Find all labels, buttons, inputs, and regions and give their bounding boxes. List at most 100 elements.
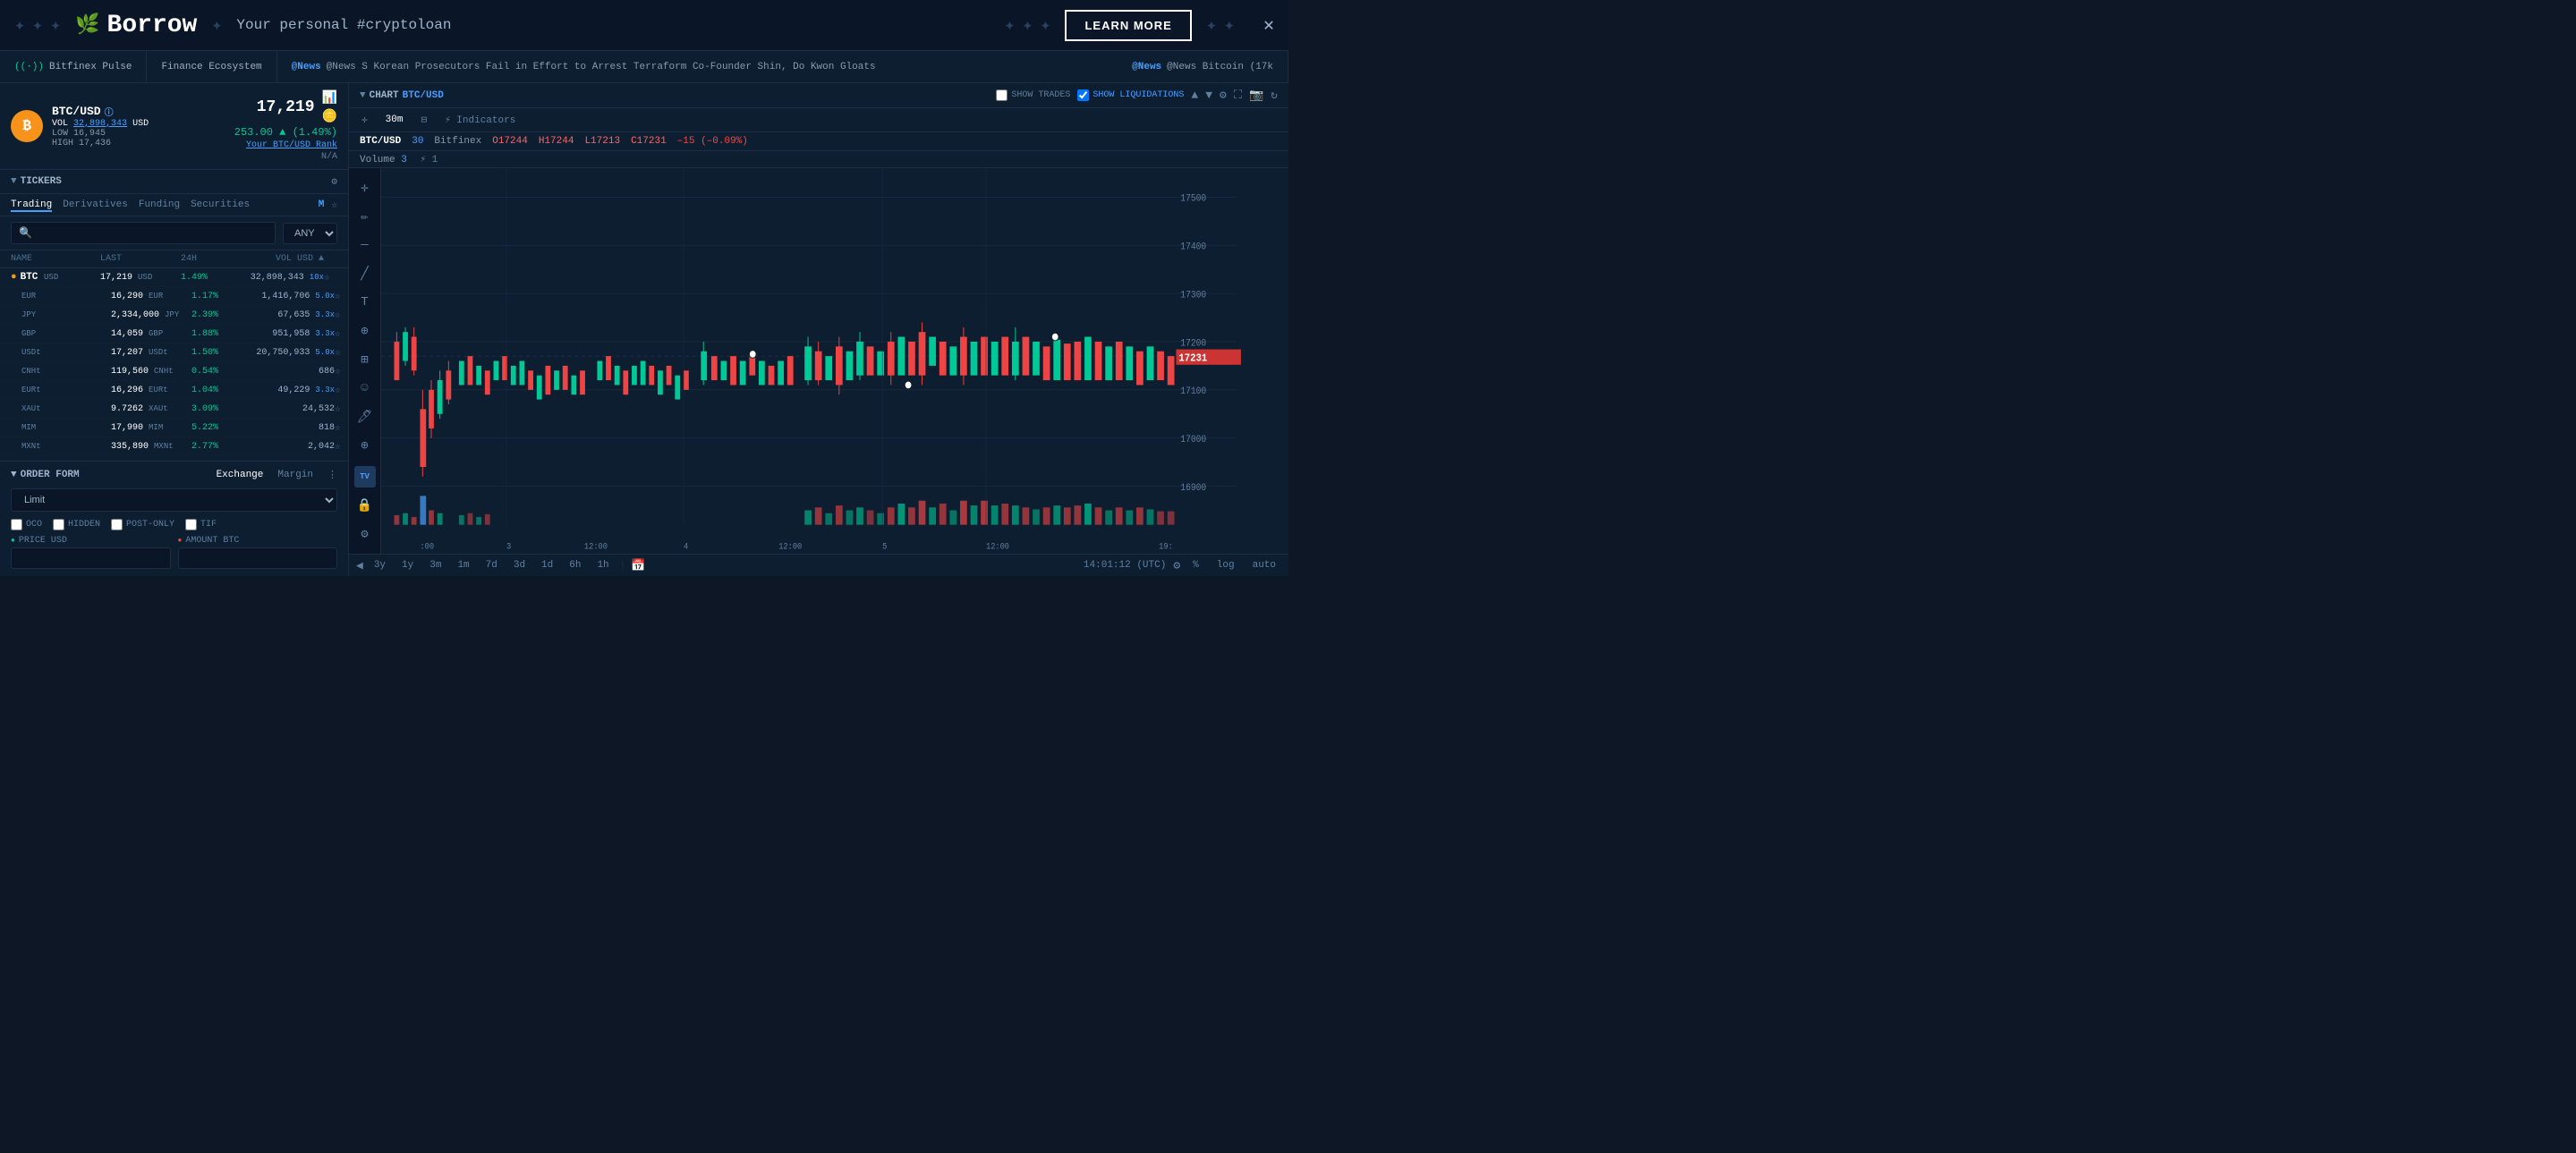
star-icon[interactable]: ☆	[335, 403, 348, 415]
star-icon[interactable]: ☆	[335, 309, 348, 321]
search-input[interactable]	[38, 228, 268, 239]
chart-up-icon[interactable]: ▲	[1191, 89, 1198, 102]
order-tab-exchange[interactable]: Exchange	[217, 470, 264, 480]
chart-calendar-icon[interactable]: 📅	[631, 559, 645, 572]
checkbox-post-only[interactable]: POST-ONLY	[111, 519, 174, 530]
coin-icon-btn[interactable]: 🪙	[322, 109, 337, 124]
lock-draw-tool[interactable]: 🔒	[353, 493, 378, 518]
indicators-btn[interactable]: ⚡ Indicators	[439, 112, 521, 128]
timeframe-1m[interactable]: 1m	[452, 558, 474, 572]
chart-down-icon[interactable]: ▼	[1205, 89, 1212, 102]
smile-draw-tool[interactable]: ☺	[353, 376, 378, 401]
tickers-gear-icon[interactable]: ⚙	[331, 175, 337, 188]
timeframe-6h[interactable]: 6h	[564, 558, 586, 572]
zoom-draw-tool[interactable]: ⊕	[353, 433, 378, 458]
ticker-pulse[interactable]: ((·)) Bitfinex Pulse	[0, 51, 147, 82]
col-24h[interactable]: 24H	[181, 254, 234, 264]
show-liquidations-label[interactable]: SHOW LIQUIDATIONS	[1077, 89, 1184, 101]
star-icon[interactable]: ☆	[335, 346, 348, 359]
percent-btn[interactable]: %	[1187, 558, 1204, 572]
chart-expand-icon[interactable]: ⛶	[1234, 89, 1242, 102]
auto-btn[interactable]: auto	[1247, 558, 1281, 572]
ticker-news-1[interactable]: @News @News S Korean Prosecutors Fail in…	[277, 51, 1118, 82]
tab-securities[interactable]: Securities	[191, 198, 250, 212]
chart-settings-icon[interactable]: ⚙	[1220, 89, 1227, 102]
col-last[interactable]: LAST	[100, 254, 181, 264]
tab-trading[interactable]: Trading	[11, 198, 52, 212]
star-icon[interactable]: ☆	[335, 290, 348, 302]
settings-draw-tool[interactable]: ⚙	[353, 521, 378, 547]
brush-draw-tool[interactable]: 🖊	[353, 404, 378, 429]
ticker-news-2[interactable]: @News @News Bitcoin (17k	[1118, 51, 1288, 82]
col-vol[interactable]: VOL USD ▲	[234, 254, 324, 264]
list-item[interactable]: EUR 16,290 EUR 1.17% 1,416,706 5.0x ☆	[0, 287, 348, 306]
chart-chevron[interactable]: ▼	[360, 90, 366, 101]
vol-value-link[interactable]: 32,898,343	[73, 119, 127, 129]
pair-rank[interactable]: Your BTC/USD Rank	[246, 140, 337, 150]
timeframe-3y[interactable]: 3y	[369, 558, 391, 572]
any-select[interactable]: ANY	[283, 223, 337, 244]
timeframe-btn-30m[interactable]: 30m	[380, 113, 409, 127]
log-btn[interactable]: log	[1211, 558, 1240, 572]
show-liq-checkbox[interactable]	[1077, 89, 1089, 101]
show-trades-label[interactable]: SHOW TRADES	[996, 89, 1070, 101]
search-box[interactable]: 🔍	[11, 222, 276, 244]
tab-funding[interactable]: Funding	[139, 198, 180, 212]
col-name[interactable]: NAME	[11, 254, 100, 264]
checkbox-hidden[interactable]: HIDDEN	[53, 519, 100, 530]
timeframe-1h[interactable]: 1h	[591, 558, 614, 572]
horizontal-line-tool[interactable]: —	[353, 233, 378, 258]
checkbox-oco[interactable]: OCO	[11, 519, 42, 530]
show-trades-checkbox[interactable]	[996, 89, 1007, 101]
tif-checkbox[interactable]	[185, 519, 197, 530]
list-item[interactable]: USDt 17,207 USDt 1.50% 20,750,933 5.0x ☆	[0, 343, 348, 362]
chart-type-btn[interactable]: ⊟	[415, 112, 432, 128]
star-icon[interactable]: ☆	[324, 271, 348, 284]
tab-star-btn[interactable]: ☆	[331, 199, 337, 211]
ticker-finance[interactable]: Finance Ecosystem	[147, 51, 276, 82]
tab-m-btn[interactable]: M	[319, 199, 325, 210]
post-only-checkbox[interactable]	[111, 519, 123, 530]
tab-derivatives[interactable]: Derivatives	[63, 198, 128, 212]
trend-line-tool[interactable]: ╱	[353, 261, 378, 286]
oco-checkbox[interactable]	[11, 519, 22, 530]
list-item[interactable]: CNHt 119,560 CNHt 0.54% 686 ☆	[0, 362, 348, 381]
amount-input[interactable]	[178, 547, 338, 569]
star-icon[interactable]: ☆	[335, 384, 348, 396]
list-item[interactable]: XAUt 9.7262 XAUt 3.09% 24,532 ☆	[0, 400, 348, 419]
fib-draw-tool[interactable]: ⊞	[353, 347, 378, 372]
list-item[interactable]: JPY 2,334,000 JPY 2.39% 67,635 3.3x ☆	[0, 306, 348, 325]
timeframe-7d[interactable]: 7d	[480, 558, 503, 572]
close-icon[interactable]: ✕	[1263, 13, 1274, 37]
prev-page-icon[interactable]: ◀	[356, 559, 363, 572]
text-draw-tool[interactable]: T	[353, 290, 378, 315]
order-type-select[interactable]: Limit	[11, 488, 337, 512]
order-tab-margin[interactable]: Margin	[277, 470, 313, 480]
list-item[interactable]: ●BTC USD 17,219 USD 1.49% 32,898,343 10x…	[0, 268, 348, 287]
order-more-icon[interactable]: ⋮	[327, 469, 337, 481]
measure-draw-tool[interactable]: ⊕	[353, 318, 378, 343]
timeframe-1y[interactable]: 1y	[396, 558, 419, 572]
chart-refresh-icon[interactable]: ↻	[1271, 89, 1278, 102]
tickers-chevron[interactable]: ▼	[11, 176, 17, 187]
checkbox-tif[interactable]: TIF	[185, 519, 217, 530]
list-item[interactable]: GBP 14,059 GBP 1.88% 951,958 3.3x ☆	[0, 325, 348, 343]
timeframe-3m[interactable]: 3m	[424, 558, 446, 572]
price-input[interactable]	[11, 547, 171, 569]
order-form-chevron[interactable]: ▼	[11, 470, 17, 480]
list-item[interactable]: MXNt 335,890 MXNt 2.77% 2,042 ☆	[0, 437, 348, 456]
star-icon[interactable]: ☆	[335, 440, 348, 453]
chart-camera-icon[interactable]: 📷	[1249, 89, 1263, 102]
learn-more-button[interactable]: LEARN MORE	[1065, 10, 1191, 41]
star-icon[interactable]: ☆	[335, 421, 348, 434]
info-icon[interactable]: ⓘ	[105, 105, 114, 119]
timeframe-3d[interactable]: 3d	[508, 558, 531, 572]
star-icon[interactable]: ☆	[335, 365, 348, 377]
crosshair-tool-btn[interactable]: ✛	[356, 112, 373, 128]
pencil-draw-tool[interactable]: ✏	[353, 204, 378, 229]
settings-small-icon[interactable]: ⚙	[1173, 559, 1180, 572]
star-icon[interactable]: ☆	[335, 327, 348, 340]
timeframe-1d[interactable]: 1d	[536, 558, 558, 572]
hidden-checkbox[interactable]	[53, 519, 64, 530]
list-item[interactable]: MIM 17,990 MIM 5.22% 818 ☆	[0, 419, 348, 437]
